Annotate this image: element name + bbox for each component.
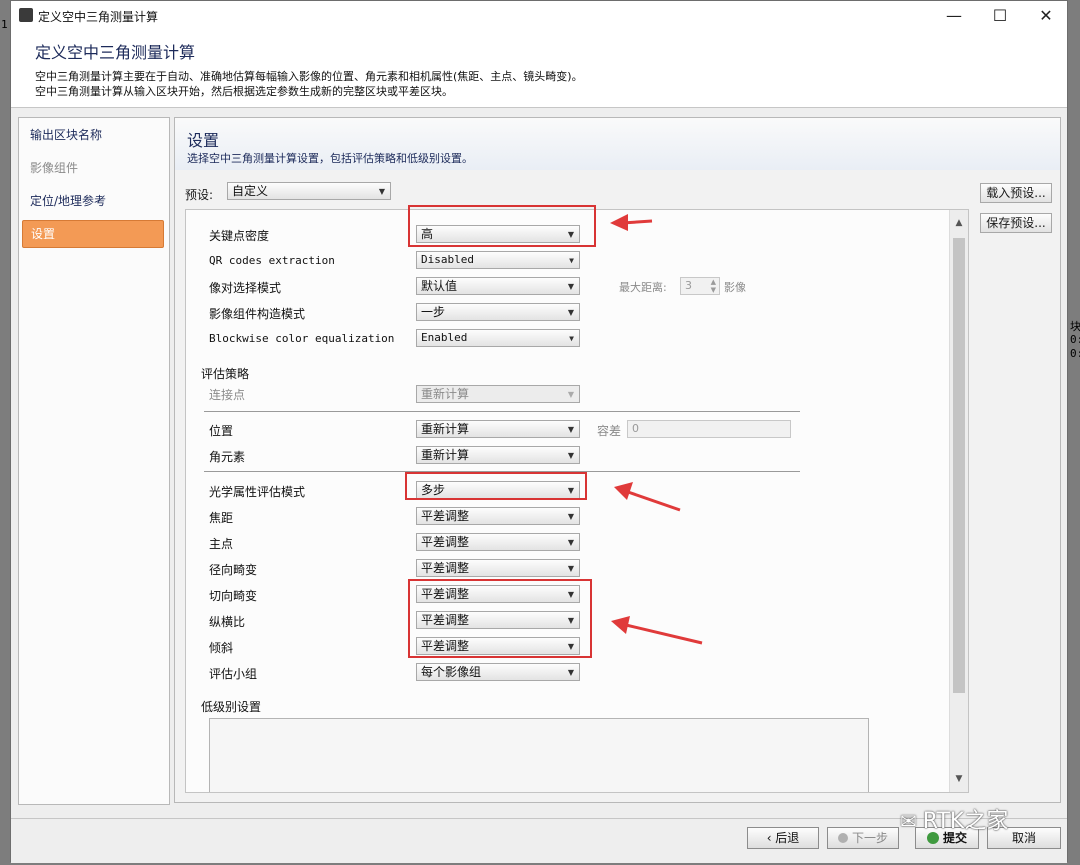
chat-bubble-icon: ✉: [900, 809, 917, 833]
red-arrow-icon: [611, 616, 703, 645]
red-arrow-icon: [614, 482, 681, 512]
red-arrow-icon: [610, 214, 653, 231]
watermark-logo: ✉ RTK之家: [900, 803, 1008, 835]
watermark-text: RTK之家: [922, 809, 1009, 834]
annotation-arrows: [610, 214, 703, 645]
